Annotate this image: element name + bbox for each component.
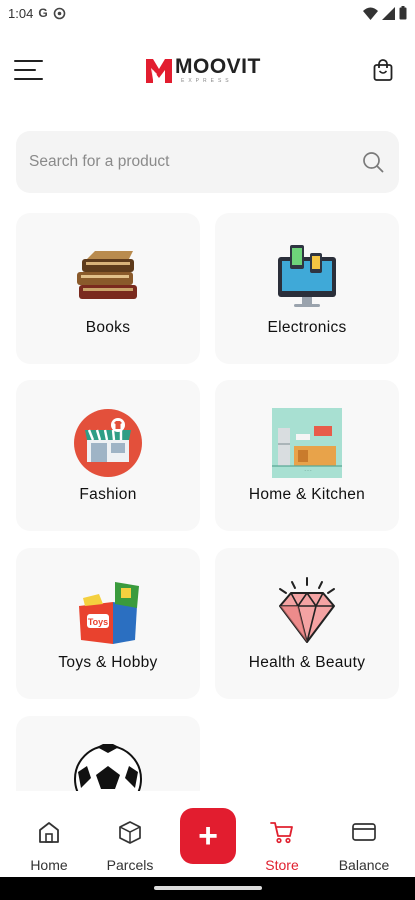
nav-item-balance[interactable]: Balance (323, 791, 405, 877)
soccer-ball-icon (74, 744, 142, 791)
nav-label: Home (30, 857, 68, 873)
logo-text: MOOVIT (175, 55, 261, 78)
category-grid: Books Electronics Fashion ~ ~ ~ Home & K… (0, 205, 415, 791)
diamond-icon (279, 577, 335, 643)
nav-label: Balance (338, 857, 390, 873)
category-label: Fashion (79, 486, 137, 503)
app-logo: MOOVIT EXPRESS (145, 54, 273, 86)
category-label: Health & Beauty (248, 654, 366, 671)
search-input[interactable] (29, 131, 349, 193)
status-bar: 1:04 G (0, 0, 415, 26)
nav-label: Parcels (106, 857, 154, 873)
books-icon (77, 251, 137, 299)
toys-box-icon: Toys (79, 582, 139, 644)
bottom-nav: Home Parcels + Store Balance (0, 791, 415, 877)
nav-item-parcels[interactable]: Parcels (89, 791, 171, 877)
category-label: Home & Kitchen (248, 486, 366, 503)
sync-icon (53, 7, 65, 19)
logo-subtext: EXPRESS (181, 78, 233, 84)
plus-icon: + (198, 817, 218, 855)
logo-mark-icon (146, 59, 172, 83)
kitchen-icon: ~ ~ ~ (272, 408, 342, 478)
home-icon (39, 822, 59, 843)
fashion-store-icon (74, 409, 142, 477)
status-time: 1:04 (8, 5, 34, 21)
hamburger-menu-icon[interactable] (14, 58, 44, 82)
status-left: 1:04 G (8, 6, 66, 21)
electronics-icon (278, 245, 336, 307)
status-right (363, 6, 407, 20)
cart-icon (270, 822, 293, 844)
svg-text:~ ~ ~: ~ ~ ~ (305, 468, 312, 472)
category-card-sports[interactable] (16, 716, 200, 791)
category-card-books[interactable]: Books (16, 213, 200, 364)
system-gesture-bar (0, 877, 415, 900)
category-card-fashion[interactable]: Fashion (16, 380, 200, 531)
category-card-home-kitchen[interactable]: ~ ~ ~ Home & Kitchen (215, 380, 399, 531)
nav-label: Store (265, 857, 299, 873)
svg-text:Toys: Toys (88, 617, 108, 627)
add-parcel-button[interactable]: + (180, 808, 236, 864)
nav-item-store[interactable]: Store (241, 791, 323, 877)
nav-item-home[interactable]: Home (8, 791, 90, 877)
shopping-bag-icon[interactable] (371, 58, 395, 82)
category-label: Toys & Hobby (58, 654, 158, 671)
gesture-handle[interactable] (154, 886, 262, 890)
category-card-health-beauty[interactable]: Health & Beauty (215, 548, 399, 699)
card-icon (352, 823, 376, 841)
category-card-toys-hobby[interactable]: Toys Toys & Hobby (16, 548, 200, 699)
category-label: Books (85, 319, 131, 336)
search-bar (16, 131, 399, 193)
category-label: Electronics (267, 319, 347, 336)
app-header: MOOVIT EXPRESS (0, 48, 415, 92)
signal-icon (382, 6, 395, 20)
wifi-icon (363, 7, 378, 20)
parcel-box-icon (119, 821, 141, 844)
category-card-electronics[interactable]: Electronics (215, 213, 399, 364)
google-icon: G (38, 6, 48, 20)
battery-icon (399, 6, 407, 20)
search-icon[interactable] (362, 151, 384, 173)
